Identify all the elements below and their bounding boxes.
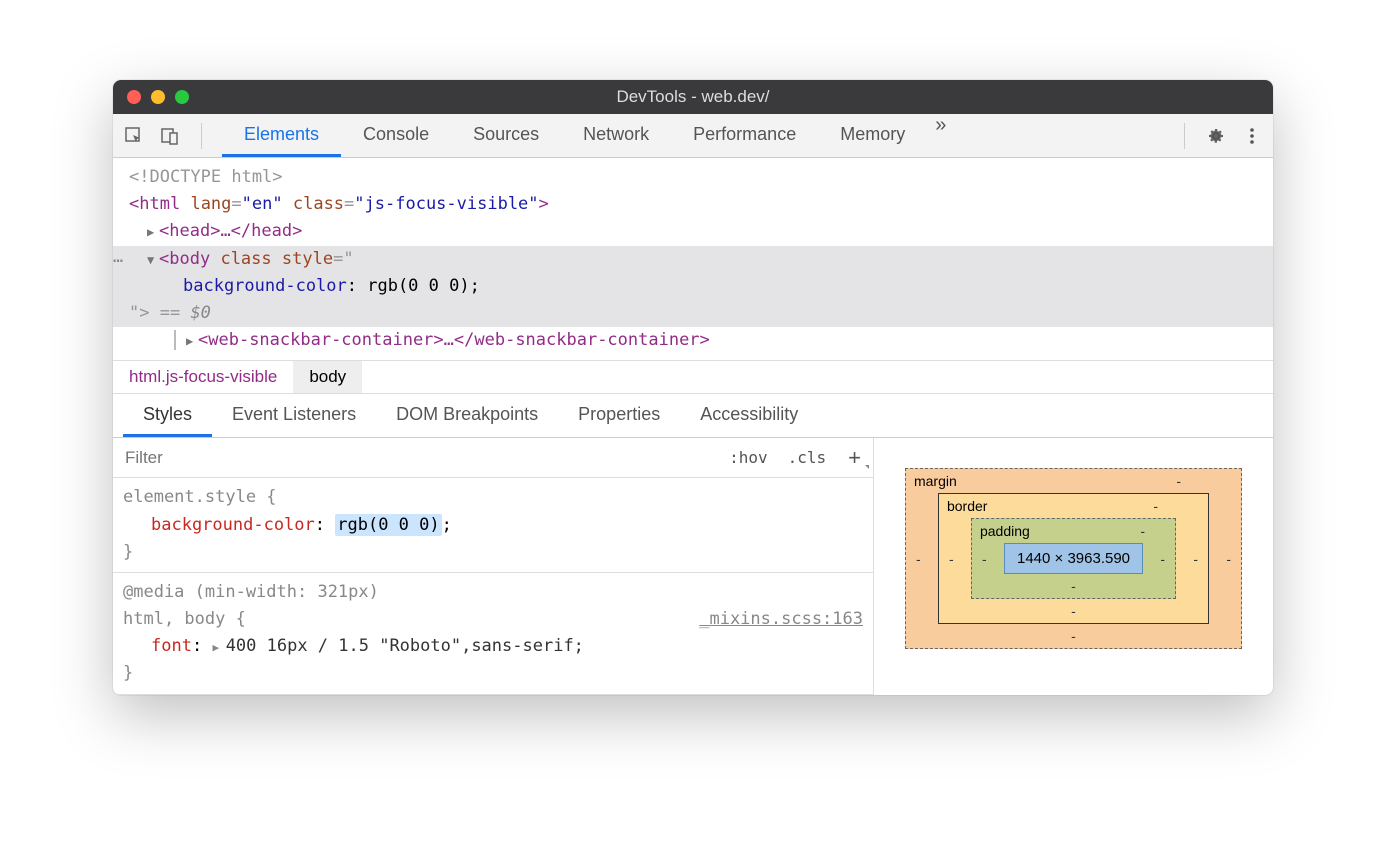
new-rule-button[interactable]: + bbox=[836, 445, 873, 471]
minimize-window-button[interactable] bbox=[151, 90, 165, 104]
highlighted-value[interactable]: rgb(0 0 0) bbox=[335, 514, 441, 536]
tab-elements[interactable]: Elements bbox=[222, 114, 341, 157]
kebab-menu-icon[interactable] bbox=[1241, 125, 1263, 147]
cls-toggle[interactable]: .cls bbox=[778, 448, 837, 467]
subpanel-tabs: Styles Event Listeners DOM Breakpoints P… bbox=[113, 394, 1273, 438]
window-title: DevTools - web.dev/ bbox=[113, 87, 1273, 107]
source-link[interactable]: _mixins.scss:163 bbox=[699, 606, 863, 633]
styles-area: :hov .cls + element.style { background-c… bbox=[113, 438, 1273, 694]
bm-padding[interactable]: padding - - - - 1440 × 3963.590 bbox=[971, 518, 1176, 599]
subtab-event-listeners[interactable]: Event Listeners bbox=[212, 394, 376, 437]
subtab-styles[interactable]: Styles bbox=[123, 394, 212, 437]
bm-margin[interactable]: margin - - - - border - - - - padding - bbox=[905, 468, 1242, 649]
box-model[interactable]: margin - - - - border - - - - padding - bbox=[905, 468, 1242, 649]
inspect-element-icon[interactable] bbox=[123, 125, 145, 147]
rule-element-style[interactable]: element.style { background-color: rgb(0 … bbox=[113, 478, 873, 573]
subtab-accessibility[interactable]: Accessibility bbox=[680, 394, 818, 437]
bm-content[interactable]: 1440 × 3963.590 bbox=[1004, 543, 1143, 574]
tab-memory[interactable]: Memory bbox=[818, 114, 927, 157]
traffic-lights bbox=[113, 90, 189, 104]
toolbar-divider bbox=[201, 123, 202, 149]
dom-html[interactable]: <html lang="en" class="js-focus-visible"… bbox=[113, 191, 1273, 218]
crumb-body[interactable]: body bbox=[293, 361, 362, 393]
main-toolbar: Elements Console Sources Network Perform… bbox=[113, 114, 1273, 158]
ellipsis-icon[interactable]: ⋯ bbox=[113, 248, 123, 275]
rule-media[interactable]: @media (min-width: 321px) html, body {_m… bbox=[113, 573, 873, 695]
bm-border[interactable]: border - - - - padding - - - - 1440 × 39… bbox=[938, 493, 1209, 624]
more-tabs-button[interactable]: » bbox=[927, 114, 954, 157]
titlebar: DevTools - web.dev/ bbox=[113, 80, 1273, 114]
box-model-pane: margin - - - - border - - - - padding - bbox=[873, 438, 1273, 694]
filter-input[interactable] bbox=[113, 448, 719, 468]
expand-triangle-icon[interactable]: ▶ bbox=[212, 641, 225, 654]
tab-performance[interactable]: Performance bbox=[671, 114, 818, 157]
filter-bar: :hov .cls + bbox=[113, 438, 873, 478]
dom-head[interactable]: ▶<head>…</head> bbox=[113, 218, 1273, 245]
settings-gear-icon[interactable] bbox=[1205, 125, 1227, 147]
subtab-properties[interactable]: Properties bbox=[558, 394, 680, 437]
hov-toggle[interactable]: :hov bbox=[719, 448, 778, 467]
tab-sources[interactable]: Sources bbox=[451, 114, 561, 157]
main-tabs: Elements Console Sources Network Perform… bbox=[222, 114, 954, 157]
dom-tree[interactable]: <!DOCTYPE html> <html lang="en" class="j… bbox=[113, 158, 1273, 360]
breadcrumbs: html.js-focus-visible body bbox=[113, 360, 1273, 394]
tab-network[interactable]: Network bbox=[561, 114, 671, 157]
dom-snackbar[interactable]: ▶<web-snackbar-container>…</web-snackbar… bbox=[113, 327, 1273, 354]
devtools-window: DevTools - web.dev/ Elements Console Sou… bbox=[113, 80, 1273, 695]
close-window-button[interactable] bbox=[127, 90, 141, 104]
toolbar-divider-right bbox=[1184, 123, 1185, 149]
crumb-html[interactable]: html.js-focus-visible bbox=[113, 361, 293, 393]
dom-doctype[interactable]: <!DOCTYPE html> bbox=[113, 164, 1273, 191]
maximize-window-button[interactable] bbox=[175, 90, 189, 104]
styles-left: :hov .cls + element.style { background-c… bbox=[113, 438, 873, 694]
subtab-dom-breakpoints[interactable]: DOM Breakpoints bbox=[376, 394, 558, 437]
device-toggle-icon[interactable] bbox=[159, 125, 181, 147]
tab-console[interactable]: Console bbox=[341, 114, 451, 157]
dom-body-selected[interactable]: ⋯ ▼<body class style=" background-color:… bbox=[113, 246, 1273, 328]
